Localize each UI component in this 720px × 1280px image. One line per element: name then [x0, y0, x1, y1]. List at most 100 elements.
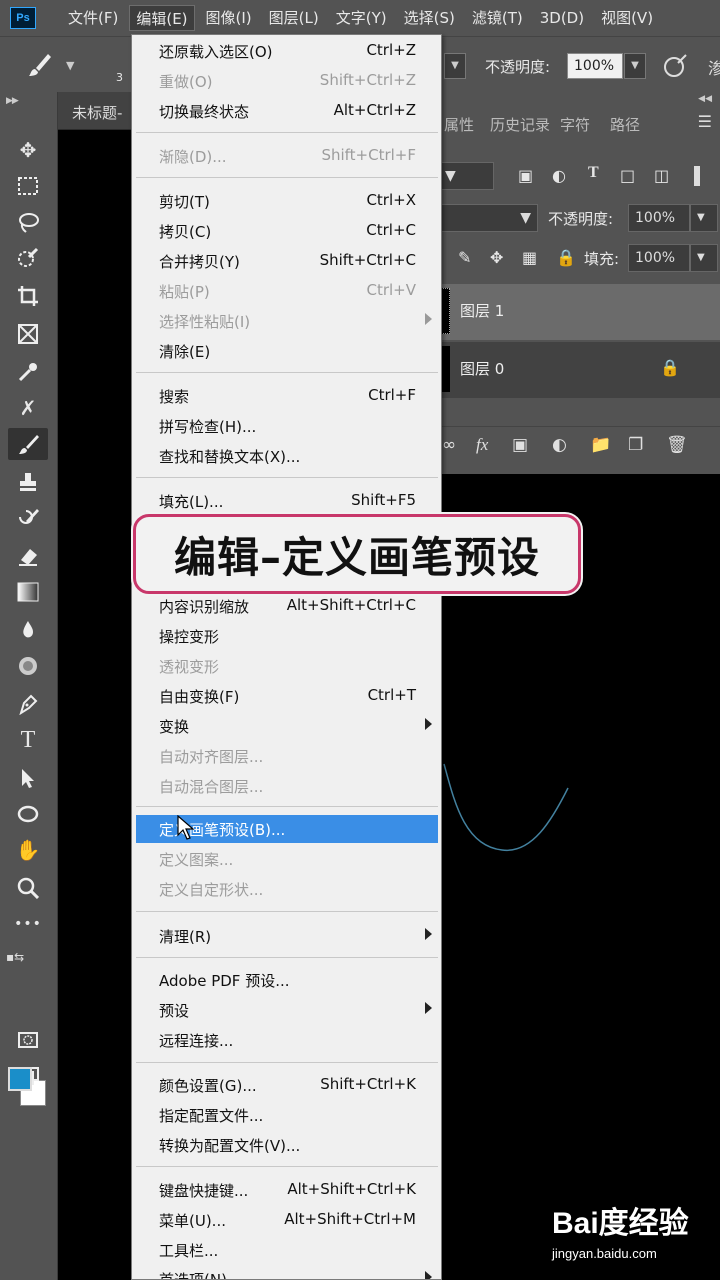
lock-position-icon[interactable]: ✥ [490, 248, 503, 267]
link-layers-icon[interactable]: ∞ [442, 435, 456, 455]
menu-3d[interactable]: 3D(D) [534, 5, 590, 31]
eyedropper-tool-icon[interactable] [8, 356, 48, 388]
menu-item-convert-to-profile[interactable]: 转换为配置文件(V)... [136, 1131, 438, 1159]
new-layer-icon[interactable]: ❐ [628, 435, 643, 455]
menu-item-fill[interactable]: 填充(L)... Shift+F5 [136, 487, 438, 515]
layer-row[interactable]: 图层 1 [438, 284, 720, 340]
tab-properties[interactable]: 属性 [444, 114, 474, 135]
airbrush-icon[interactable]: 渗 [708, 55, 720, 79]
panel-menu-icon[interactable]: ☰ [698, 112, 712, 131]
mode-dropdown-icon[interactable]: ▼ [444, 53, 466, 79]
history-brush-tool-icon[interactable] [8, 502, 48, 534]
clone-stamp-tool-icon[interactable] [8, 466, 48, 498]
move-tool-icon[interactable]: ✥ [8, 134, 48, 166]
menu-item-color-settings[interactable]: 颜色设置(G)... Shift+Ctrl+K [136, 1071, 438, 1099]
adjustment-filter-icon[interactable]: ◐ [552, 166, 566, 185]
image-filter-icon[interactable]: ▣ [518, 166, 533, 185]
default-colors-icon[interactable]: ▪⇆ [6, 950, 24, 964]
layer-filter-dropdown[interactable]: ▼ [438, 162, 494, 190]
menu-item-copy-merged[interactable]: 合并拷贝(Y) Shift+Ctrl+C [136, 247, 438, 275]
menu-file[interactable]: 文件(F) [62, 5, 124, 31]
menu-item-paste-special[interactable]: 选择性粘贴(I) [136, 307, 438, 335]
foreground-color-swatch[interactable] [8, 1067, 32, 1091]
menu-item-perspective-warp[interactable]: 透视变形 [136, 652, 438, 680]
pressure-opacity-icon[interactable] [662, 53, 688, 83]
menu-item-adobe-pdf-presets[interactable]: Adobe PDF 预设... [136, 966, 438, 994]
menu-item-fade[interactable]: 渐隐(D)... Shift+Ctrl+F [136, 142, 438, 170]
menu-item-cut[interactable]: 剪切(T) Ctrl+X [136, 187, 438, 215]
shape-filter-icon[interactable]: □ [620, 166, 635, 185]
menu-item-free-transform[interactable]: 自由变换(F) Ctrl+T [136, 682, 438, 710]
frame-tool-icon[interactable] [8, 318, 48, 350]
layer-opacity-field[interactable]: 100% [628, 204, 690, 232]
menu-item-undo[interactable]: 还原载入选区(O) Ctrl+Z [136, 37, 438, 65]
opacity-field[interactable]: 100% [567, 53, 623, 79]
group-folder-icon[interactable]: 📁 [590, 435, 611, 455]
menu-image[interactable]: 图像(I) [200, 5, 258, 31]
crop-tool-icon[interactable] [8, 280, 48, 312]
brush-preset-icon[interactable] [26, 51, 54, 79]
blend-mode-dropdown[interactable]: ▼ [438, 204, 538, 232]
menu-filter[interactable]: 滤镜(T) [466, 5, 529, 31]
filter-toggle-icon[interactable] [694, 166, 700, 186]
menu-item-toggle-last-state[interactable]: 切换最终状态 Alt+Ctrl+Z [136, 97, 438, 125]
pen-tool-icon[interactable] [8, 688, 48, 720]
panel-collapse-icon[interactable]: ▶▶ [6, 96, 19, 106]
menu-item-paste[interactable]: 粘贴(P) Ctrl+V [136, 277, 438, 305]
hand-tool-icon[interactable]: ✋ [8, 834, 48, 866]
quick-selection-tool-icon[interactable] [8, 242, 48, 274]
tab-history[interactable]: 历史记录 [490, 114, 550, 135]
tab-character[interactable]: 字符 [560, 114, 590, 135]
trash-icon[interactable]: 🗑 [666, 435, 688, 455]
brush-tool-icon[interactable] [8, 428, 48, 460]
healing-brush-tool-icon[interactable]: ✗ [8, 392, 48, 424]
menu-item-presets[interactable]: 预设 [136, 996, 438, 1024]
ellipse-tool-icon[interactable] [8, 798, 48, 830]
menu-item-spell-check[interactable]: 拼写检查(H)... [136, 412, 438, 440]
fill-field[interactable]: 100% [628, 244, 690, 272]
panel-collapse-icon[interactable]: ◀◀ [698, 94, 712, 104]
menu-item-clear[interactable]: 清除(E) [136, 337, 438, 365]
menu-item-find-replace[interactable]: 查找和替换文本(X)... [136, 442, 438, 470]
menu-item-define-pattern[interactable]: 定义图案... [136, 845, 438, 873]
adjustment-layer-icon[interactable]: ◐ [552, 435, 567, 455]
smart-object-filter-icon[interactable]: ◫ [654, 166, 669, 185]
menu-edit[interactable]: 编辑(E) [129, 5, 195, 31]
tab-paths[interactable]: 路径 [610, 114, 640, 135]
menu-item-auto-blend-layers[interactable]: 自动混合图层... [136, 772, 438, 800]
dodge-tool-icon[interactable] [8, 650, 48, 682]
chevron-down-icon[interactable]: ▼ [690, 244, 718, 272]
menu-item-define-custom-shape[interactable]: 定义自定形状... [136, 875, 438, 903]
type-tool-icon[interactable]: T [8, 724, 48, 756]
lock-artboard-icon[interactable]: ▦ [522, 248, 537, 267]
lock-pixels-icon[interactable]: ✎ [458, 248, 471, 267]
lock-all-icon[interactable]: 🔒 [556, 248, 576, 267]
zoom-tool-icon[interactable] [8, 872, 48, 904]
quick-mask-icon[interactable] [8, 1024, 48, 1056]
menu-item-search[interactable]: 搜索 Ctrl+F [136, 382, 438, 410]
menu-item-purge[interactable]: 清理(R) [136, 922, 438, 950]
menu-item-auto-align-layers[interactable]: 自动对齐图层... [136, 742, 438, 770]
menu-item-remote-connections[interactable]: 远程连接... [136, 1026, 438, 1054]
chevron-down-icon[interactable]: ▼ [690, 204, 718, 232]
menu-item-toolbar[interactable]: 工具栏... [136, 1236, 438, 1264]
menu-type[interactable]: 文字(Y) [330, 5, 393, 31]
chevron-down-icon[interactable]: ▼ [66, 59, 74, 72]
lasso-tool-icon[interactable] [8, 206, 48, 238]
menu-item-transform[interactable]: 变换 [136, 712, 438, 740]
menu-item-copy[interactable]: 拷贝(C) Ctrl+C [136, 217, 438, 245]
type-filter-icon[interactable]: T [588, 164, 599, 182]
path-selection-tool-icon[interactable] [8, 762, 48, 794]
opacity-dropdown-icon[interactable]: ▼ [624, 53, 646, 79]
gradient-tool-icon[interactable] [8, 576, 48, 608]
menu-select[interactable]: 选择(S) [398, 5, 461, 31]
menu-item-puppet-warp[interactable]: 操控变形 [136, 622, 438, 650]
more-tools-icon[interactable]: ••• [8, 908, 48, 940]
menu-item-content-aware-scale[interactable]: 内容识别缩放 Alt+Shift+Ctrl+C [136, 592, 438, 620]
menu-layer[interactable]: 图层(L) [263, 5, 325, 31]
menu-view[interactable]: 视图(V) [595, 5, 659, 31]
blur-tool-icon[interactable] [8, 614, 48, 646]
menu-item-preferences[interactable]: 首选项(N) [136, 1265, 438, 1279]
fx-icon[interactable]: fx [476, 435, 488, 455]
menu-item-assign-profile[interactable]: 指定配置文件... [136, 1101, 438, 1129]
